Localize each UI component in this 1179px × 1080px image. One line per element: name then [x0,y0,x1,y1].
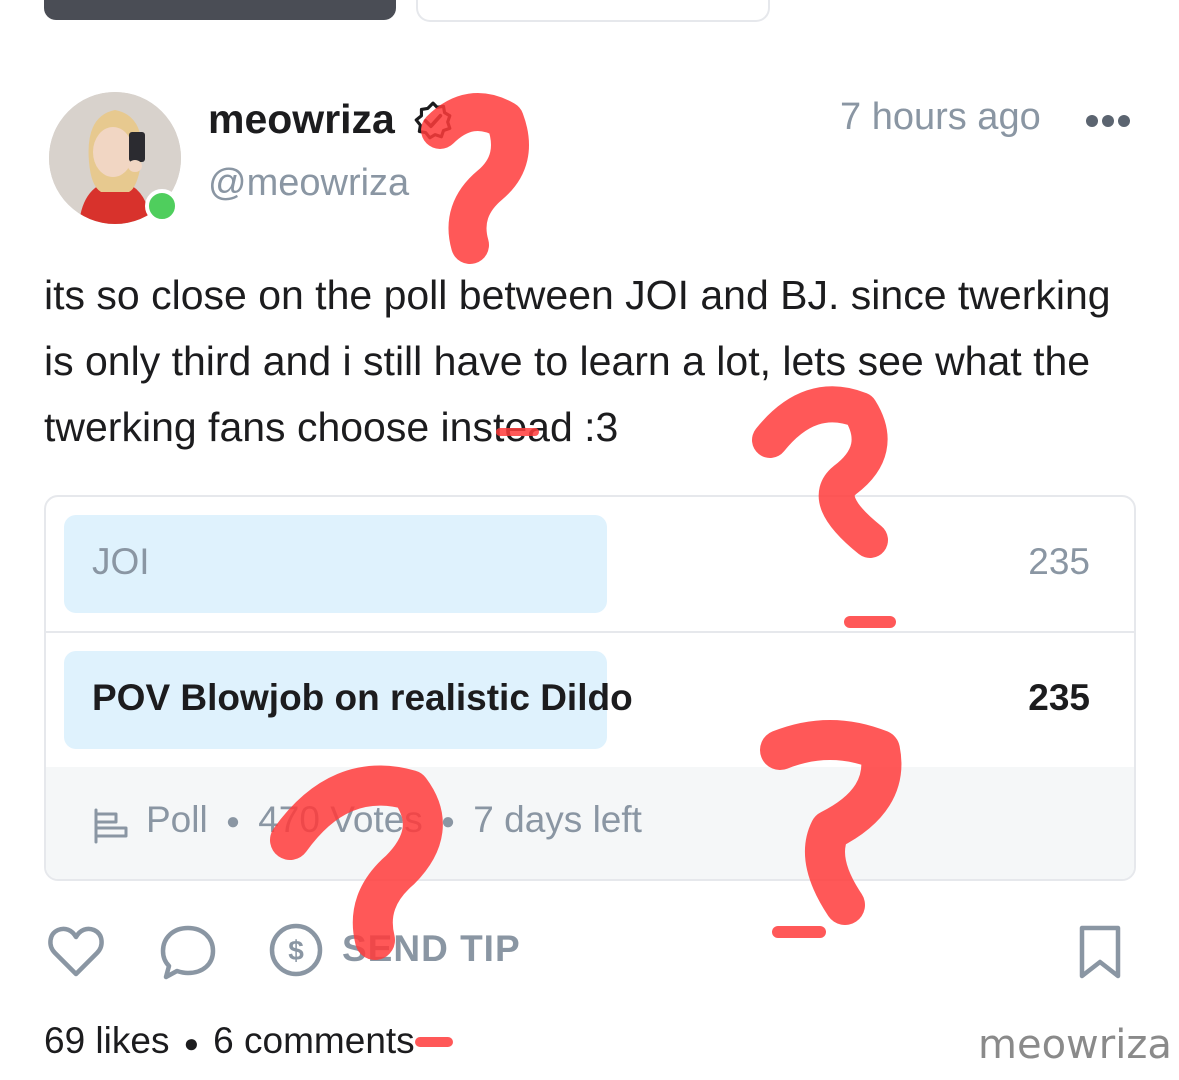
poll-option-count: 235 [1028,541,1090,582]
comment-icon[interactable] [158,922,218,982]
poll-meta: Poll ● 470 Votes ● 7 days left [146,799,642,841]
online-status-dot [145,189,179,223]
svg-text:$: $ [288,935,304,966]
separator-dot: ● [440,808,456,836]
more-options-icon[interactable] [1084,112,1132,130]
post-stats: 69 likes ● 6 comments [44,1020,415,1062]
dollar-icon: $ [269,923,323,977]
heart-icon[interactable] [46,922,106,982]
comments-count[interactable]: 6 comments [213,1020,415,1061]
post-text: its so close on the poll between JOI and… [44,272,1111,450]
poll-card: JOI 235 POV Blowjob on realistic Dildo 2… [44,495,1136,881]
separator-dot: ● [225,808,241,836]
watermark: meowriza [978,1022,1172,1068]
post-timestamp: 7 hours ago [840,96,1041,138]
poll-time-left: 7 days left [473,799,642,840]
username[interactable]: meowriza [208,96,395,143]
poll-option-count: 235 [1028,677,1090,718]
user-handle[interactable]: @meowriza [208,162,409,205]
verified-badge-icon [414,101,452,140]
separator-dot: ● [183,1027,200,1058]
bookmark-icon[interactable] [1070,922,1130,982]
poll-option-joi[interactable]: JOI 235 [46,497,1134,633]
poll-option-label: JOI [92,541,150,582]
poll-votes: 470 Votes [258,799,423,840]
send-tip-label: SEND TIP [342,928,521,969]
poll-option-label: POV Blowjob on realistic Dildo [92,677,633,718]
poll-type-label: Poll [146,799,208,840]
send-tip-button[interactable]: $ SEND TIP [268,920,528,982]
poll-option-pov-blowjob[interactable]: POV Blowjob on realistic Dildo 235 [46,633,1134,769]
likes-count[interactable]: 69 likes [44,1020,169,1061]
previous-post-image-edge [44,0,396,20]
poll-footer: Poll ● 470 Votes ● 7 days left [46,767,1134,879]
poll-icon [94,808,128,844]
previous-post-card-edge [416,0,770,22]
